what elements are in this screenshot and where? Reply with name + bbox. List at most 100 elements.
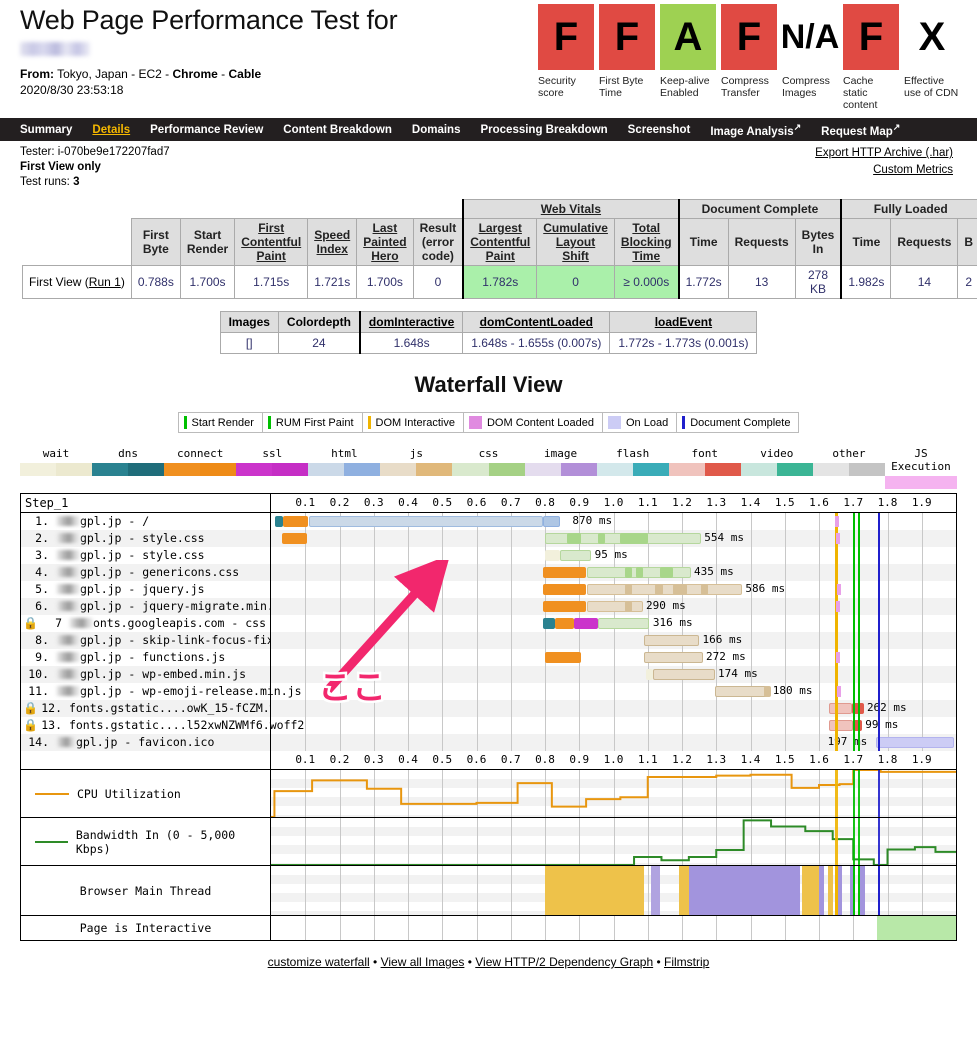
waterfall-step-label-cell: Step_1 [21,494,271,512]
request-bar-row[interactable]: 870 ms [271,513,956,530]
gridline [373,916,375,940]
gridline [510,700,512,717]
color-key-css: css [452,447,525,489]
color-key-label: ssl [262,447,283,460]
bandwidth-in-plot [271,818,956,865]
axis-tick: 1.6 [809,753,829,766]
request-name-row[interactable]: 🔒 13. fonts.gstatic....l52xwNZWMf6.woff2 [21,717,304,734]
request-name-row[interactable]: 8. gpl.jp - skip-link-focus-fix.js [21,632,295,649]
axis-tick: 0.8 [535,753,555,766]
grade-item[interactable]: A Keep-alive Enabled [660,4,719,111]
nav-item-content-breakdown[interactable]: Content Breakdown [283,124,392,136]
grade-item[interactable]: F Security score [538,4,597,111]
nav-item-summary[interactable]: Summary [20,124,72,136]
gridline [476,683,478,700]
request-segment [644,635,700,646]
gridline [784,530,786,547]
nav-item-performance-review[interactable]: Performance Review [150,124,263,136]
gridline [510,717,512,734]
main-thread-block [801,866,819,915]
cell-domcontentloaded: 1.648s - 1.655s (0.007s) [462,332,611,354]
request-bar-row[interactable]: 554 ms [271,530,956,547]
gridline [545,632,546,649]
request-url: gpl.jp - functions.js [79,650,226,664]
nav-label: Request Map [821,125,893,138]
gridline [339,564,341,581]
view-all-images-link[interactable]: View all Images [381,955,465,969]
request-bar-row[interactable]: 435 ms [271,564,956,581]
gridline [408,666,409,683]
request-bar-row[interactable]: 586 ms [271,581,956,598]
request-bar-row[interactable]: 197 ms [271,734,956,751]
nav-item-screenshot[interactable]: Screenshot [628,124,691,136]
nav-item-domains[interactable]: Domains [412,124,461,136]
spacer [21,751,271,769]
request-bar-row[interactable]: 95 ms [271,547,956,564]
request-bar-row[interactable]: 180 ms [271,683,956,700]
swatch-left [812,463,849,476]
axis-tick: 1.9 [911,496,932,509]
view-http2-dependency-graph-link[interactable]: View HTTP/2 Dependency Graph [475,955,653,969]
customize-waterfall-link[interactable]: customize waterfall [268,955,370,969]
request-name-row[interactable]: 2. gpl.jp - style.css [21,530,270,547]
request-name-row[interactable]: 14. gpl.jp - favicon.ico [21,734,270,751]
request-bar-row[interactable]: 290 ms [271,598,956,615]
grade-item[interactable]: F First Byte Time [599,4,658,111]
gridline [579,683,581,700]
request-name-row[interactable]: 4. gpl.jp - genericons.css [21,564,270,581]
run-link[interactable]: Run 1 [89,275,121,289]
gridline [339,734,341,751]
request-bar-row[interactable]: 316 ms [271,615,956,632]
legend-document-complete: Document Complete [677,412,800,433]
request-bar-row[interactable]: 262 ms [271,700,956,717]
request-name-row[interactable]: 5. gpl.jp - jquery.js [21,581,270,598]
request-name-row[interactable]: 🔒 7 onts.googleapis.com - css [21,615,270,632]
gridline [682,700,683,717]
request-number: 1. [35,514,49,528]
nav-item-details[interactable]: Details [92,124,130,136]
grade-item[interactable]: F Compress Transfer [721,4,780,111]
request-name-row[interactable]: 9. gpl.jp - functions.js [21,649,270,666]
gridline [373,866,375,915]
swatch-left [452,463,489,476]
swatch-left [236,463,273,476]
gridline [887,513,889,530]
gridline [305,717,307,734]
gridline [682,683,683,700]
request-bar-row[interactable]: 272 ms [271,649,956,666]
request-name-row[interactable]: 🔒 12. fonts.gstatic....owK_15-fCZM.woff2 [21,700,304,717]
grade-item[interactable]: X Effective use of CDN [904,4,963,111]
nav-item-image-analysis[interactable]: Image Analysis↗ [710,122,801,138]
gridline [750,717,752,734]
request-bar-row[interactable]: 166 ms [271,632,956,649]
request-duration-label: 435 ms [693,565,734,578]
gridline [305,666,307,683]
row-label-first-view[interactable]: First View (Run 1) [22,265,132,299]
request-name-row[interactable]: 3. gpl.jp - style.css [21,547,270,564]
request-bar-row[interactable]: 99 ms [271,717,956,734]
legend-label: On Load [626,416,669,429]
custom-metrics-link[interactable]: Custom Metrics [815,162,953,179]
external-link-icon: ↗ [793,121,802,132]
grade-item[interactable]: N/A Compress Images [781,4,841,111]
request-name-row[interactable]: 6. gpl.jp - jquery-migrate.min.js [21,598,288,615]
gridline [373,564,375,581]
request-name-row[interactable]: 10. gpl.jp - wp-embed.min.js [21,666,270,683]
axis-tick: 1.4 [740,496,761,509]
request-segment [543,601,587,612]
grade-item[interactable]: F Cache static content [843,4,902,111]
axis-tick: 0.1 [295,753,316,766]
gridline [750,530,752,547]
gridline [579,700,581,717]
request-segment [851,703,864,714]
request-bar-row[interactable]: 174 ms [271,666,956,683]
export-har-link[interactable]: Export HTTP Archive (.har) [815,145,953,162]
request-name-row[interactable]: 1. gpl.jp - / [21,513,270,530]
filmstrip-link[interactable]: Filmstrip [664,955,709,969]
request-name-row[interactable]: 11. gpl.jp - wp-emoji-release.min.js [21,683,301,700]
gridline [921,564,923,581]
nav-item-request-map[interactable]: Request Map↗ [821,122,900,138]
gridline [476,530,478,547]
request-segment [635,567,643,578]
nav-item-processing-breakdown[interactable]: Processing Breakdown [480,124,607,136]
